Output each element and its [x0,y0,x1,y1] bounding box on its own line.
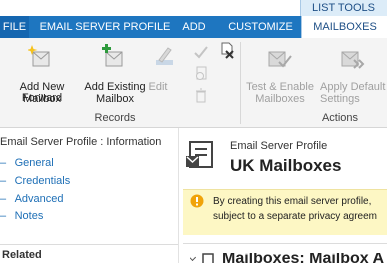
reject-button[interactable] [193,65,211,83]
apply-default-label-1: Apply Default [320,81,386,93]
contextual-group-label: LIST TOOLS [312,2,375,14]
test-enable-mailboxes-button[interactable]: Test & Enable Mailboxes [244,40,316,105]
remove-button[interactable] [219,42,235,60]
test-enable-label-2: Mailboxes [255,93,305,105]
mailbox-section-header[interactable]: Mailboxes: Mailbox A [190,253,387,263]
entity-type-label: Email Server Profile [230,140,328,152]
new-mailbox-icon [28,45,50,67]
nav-link-label: General [14,157,54,169]
tab-file[interactable]: FILE [0,16,29,38]
nav-link-label: Advanced [14,193,64,205]
mailbox-icon [202,253,214,263]
add-existing-mailbox-button[interactable]: Add Existing Mailbox [84,40,146,105]
trash-icon [196,88,206,103]
record-title: UK Mailboxes [230,156,342,175]
tab-add[interactable]: ADD [176,16,212,38]
nav-link-notes[interactable]: – Notes [0,206,120,222]
add-existing-mailbox-label-2: Mailbox [96,93,134,105]
nav-link-general[interactable]: – General [0,153,120,169]
group-label-records: Records [94,112,136,124]
test-enable-label-1: Test & Enable [246,81,314,93]
add-new-forward-mailbox-button[interactable]: Add New Forward Mailbox [0,40,84,105]
mailbox-section-title: Mailboxes: Mailbox A [222,253,385,263]
nav-link-advanced[interactable]: – Advanced [0,189,120,205]
mailbox-settings-icon [341,51,365,69]
delete-button[interactable] [193,87,211,105]
add-new-forward-mailbox-label-2: Mailbox [23,93,61,105]
group-label-actions: Actions [321,112,359,124]
nav-bullet: – [0,175,7,187]
nav-divider [0,244,178,245]
apply-default-label-2: Settings [320,93,360,105]
apply-default-settings-button[interactable]: Apply Default Settings [316,40,387,105]
nav-bullet: – [0,157,7,169]
email-server-profile-icon [186,141,213,168]
nav-link-label: Credentials [14,175,71,187]
section-divider [183,243,387,244]
add-existing-mailbox-label-1: Add Existing [84,81,146,93]
edit-button[interactable]: Edit [146,40,190,104]
warning-icon [190,194,204,208]
delete-document-icon [221,42,234,59]
nav-link-label: Notes [14,210,44,222]
notification-text-line-1: By creating this email server profile, [213,196,372,207]
nav-bullet: – [0,210,7,222]
nav-link-credentials[interactable]: – Credentials [0,171,120,187]
tab-email-server-profile[interactable]: EMAIL SERVER PROFILE [37,16,173,38]
section-expand-icon [190,253,197,262]
nav-bullet: – [0,193,7,205]
nav-header: Email Server Profile : Information [0,136,162,148]
approve-button[interactable] [193,44,211,62]
tab-mailboxes[interactable]: MAILBOXES [301,16,387,38]
tab-customize[interactable]: CUSTOMIZE [221,16,300,38]
nav-related-header: Related [2,249,42,261]
reject-document-icon [196,66,207,80]
ribbon-group-separator [240,42,241,124]
edit-icon [156,47,173,65]
notification-text-line-2: subject to a separate privacy agreem [213,211,377,222]
edit-label: Edit [148,81,168,93]
checkmark-icon [194,46,208,59]
add-existing-icon [102,44,123,67]
test-enable-mailbox-icon [268,51,292,68]
